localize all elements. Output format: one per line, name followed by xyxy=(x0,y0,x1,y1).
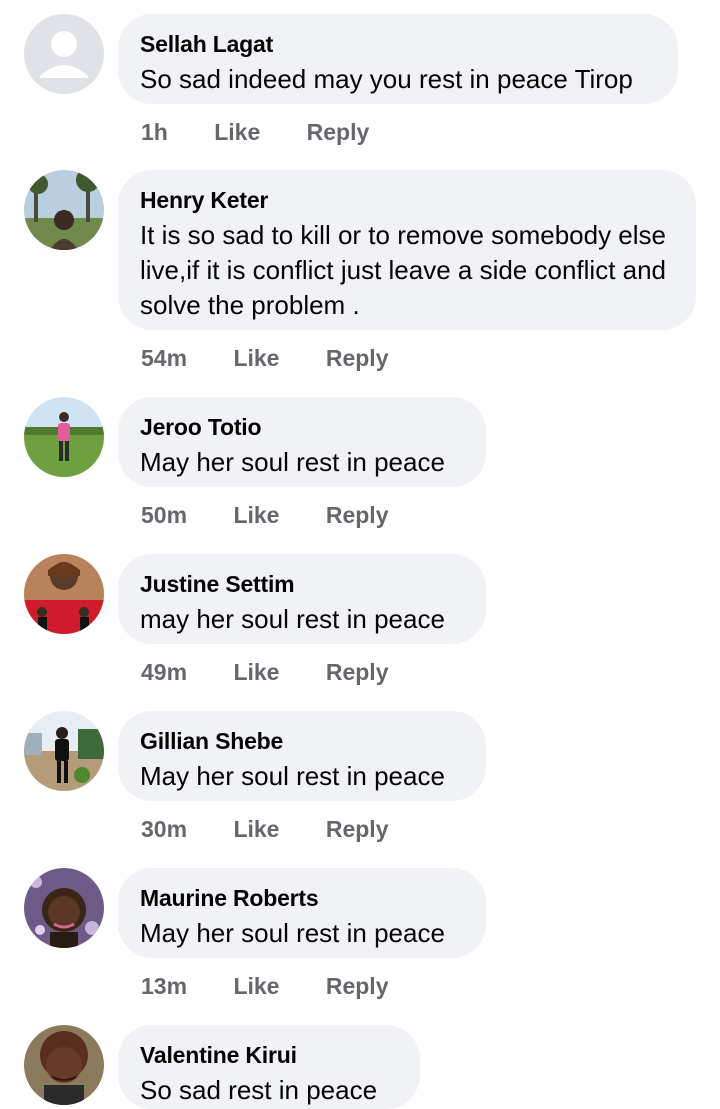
comment-timestamp[interactable]: 13m xyxy=(141,972,187,1000)
like-button[interactable]: Like xyxy=(233,501,279,529)
reply-button[interactable]: Reply xyxy=(326,972,389,1000)
comment-timestamp[interactable]: 54m xyxy=(141,344,187,372)
comment-timestamp[interactable]: 30m xyxy=(141,815,187,843)
comment-bubble[interactable]: Maurine Roberts May her soul rest in pea… xyxy=(118,868,486,958)
like-button[interactable]: Like xyxy=(233,972,279,1000)
comment-actions: 54m Like Reply xyxy=(141,344,389,372)
avatar[interactable] xyxy=(24,1025,104,1105)
like-button[interactable]: Like xyxy=(233,344,279,372)
comment-actions: 49m Like Reply xyxy=(141,658,389,686)
comment-author[interactable]: Gillian Shebe xyxy=(140,727,460,755)
like-button[interactable]: Like xyxy=(214,118,260,146)
comment-text: May her soul rest in peace xyxy=(140,447,445,477)
comment-bubble[interactable]: Jeroo Totio May her soul rest in peace xyxy=(118,397,486,487)
avatar[interactable] xyxy=(24,397,104,477)
comment-text: May her soul rest in peace xyxy=(140,918,445,948)
avatar[interactable] xyxy=(24,170,104,250)
reply-button[interactable]: Reply xyxy=(326,501,389,529)
comment-author[interactable]: Valentine Kirui xyxy=(140,1041,394,1069)
avatar[interactable] xyxy=(24,711,104,791)
comment-timestamp[interactable]: 1h xyxy=(141,118,168,146)
comment-timestamp[interactable]: 49m xyxy=(141,658,187,686)
comment-author[interactable]: Sellah Lagat xyxy=(140,30,652,58)
comment-author[interactable]: Justine Settim xyxy=(140,570,460,598)
comment-actions: 30m Like Reply xyxy=(141,815,389,843)
default-avatar-icon[interactable] xyxy=(24,14,104,94)
comment-text: It is so sad to kill or to remove somebo… xyxy=(140,220,667,320)
comment-bubble[interactable]: Valentine Kirui So sad rest in peace xyxy=(118,1025,420,1109)
reply-button[interactable]: Reply xyxy=(326,658,389,686)
comment-text: May her soul rest in peace xyxy=(140,761,445,791)
comment-author[interactable]: Jeroo Totio xyxy=(140,413,460,441)
like-button[interactable]: Like xyxy=(233,815,279,843)
comment-author[interactable]: Henry Keter xyxy=(140,186,670,214)
comment-bubble[interactable]: Sellah Lagat So sad indeed may you rest … xyxy=(118,14,678,104)
comment-text: So sad indeed may you rest in peace Tiro… xyxy=(140,64,633,94)
avatar[interactable] xyxy=(24,868,104,948)
comment-bubble[interactable]: Henry Keter It is so sad to kill or to r… xyxy=(118,170,696,330)
avatar[interactable] xyxy=(24,554,104,634)
comment-author[interactable]: Maurine Roberts xyxy=(140,884,460,912)
like-button[interactable]: Like xyxy=(233,658,279,686)
comment-text: may her soul rest in peace xyxy=(140,604,445,634)
comment-text: So sad rest in peace xyxy=(140,1075,378,1105)
comment-timestamp[interactable]: 50m xyxy=(141,501,187,529)
comment-actions: 50m Like Reply xyxy=(141,501,389,529)
reply-button[interactable]: Reply xyxy=(326,815,389,843)
comment-bubble[interactable]: Justine Settim may her soul rest in peac… xyxy=(118,554,486,644)
reply-button[interactable]: Reply xyxy=(307,118,370,146)
comment-actions: 1h Like Reply xyxy=(141,118,369,146)
comment-bubble[interactable]: Gillian Shebe May her soul rest in peace xyxy=(118,711,486,801)
reply-button[interactable]: Reply xyxy=(326,344,389,372)
comment-actions: 13m Like Reply xyxy=(141,972,389,1000)
